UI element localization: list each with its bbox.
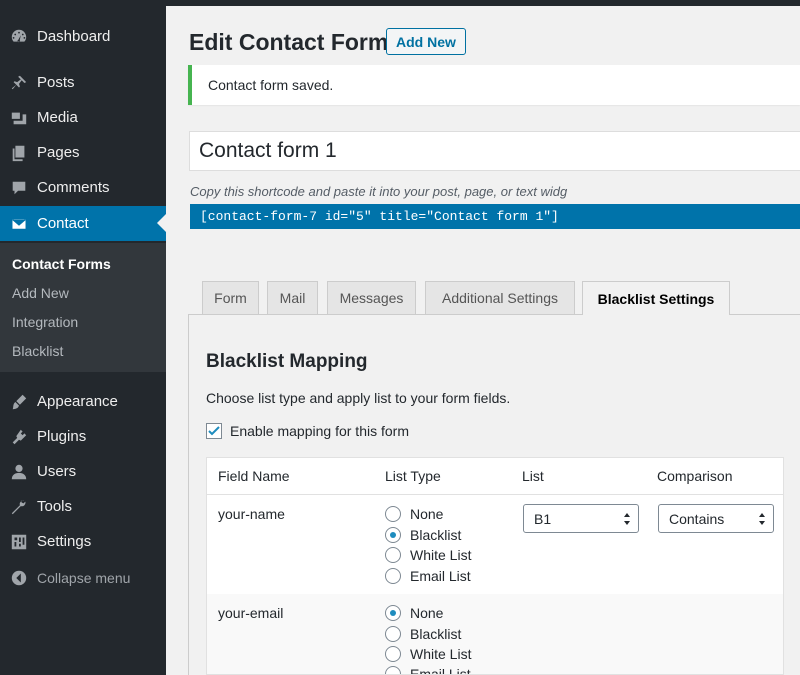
select-arrows-icon	[624, 513, 630, 525]
submenu-item-integration[interactable]: Integration	[12, 314, 78, 330]
enable-mapping-checkbox[interactable]	[206, 423, 222, 439]
radio-button-selected[interactable]	[385, 527, 401, 543]
sidebar-item-label: Comments	[37, 179, 110, 196]
column-header-field-name: Field Name	[218, 468, 290, 484]
radio-label: Email List	[410, 666, 471, 675]
tab-additional-settings[interactable]: Additional Settings	[425, 281, 575, 314]
comparison-select-value: Contains	[669, 510, 725, 527]
sidebar-item-pages[interactable]: Pages	[0, 135, 166, 170]
page-title: Edit Contact Form	[189, 29, 389, 55]
sidebar-item-media[interactable]: Media	[0, 100, 166, 135]
field-name-your-name: your-name	[218, 506, 285, 522]
sidebar-item-contact[interactable]: Contact	[0, 206, 166, 241]
submenu-item-add-new[interactable]: Add New	[12, 285, 69, 301]
list-select-value: B1	[534, 510, 552, 527]
list-select[interactable]: B1	[523, 504, 639, 533]
shortcode-description: Copy this shortcode and paste it into yo…	[190, 184, 568, 199]
user-icon	[9, 462, 29, 482]
tab-blacklist-settings[interactable]: Blacklist Settings	[582, 281, 730, 315]
radio-button[interactable]	[385, 666, 401, 674]
admin-sidebar: Dashboard Posts Media Pages Comments Con…	[0, 0, 166, 675]
submenu-item-blacklist[interactable]: Blacklist	[12, 343, 63, 359]
contact-submenu: Contact Forms Add New Integration Blackl…	[0, 243, 166, 372]
sidebar-item-settings[interactable]: Settings	[0, 524, 166, 559]
radio-label: White List	[410, 646, 472, 662]
form-title-input[interactable]	[189, 131, 800, 171]
notice-text: Contact form saved.	[208, 77, 334, 93]
collapse-label: Collapse menu	[37, 569, 131, 586]
paintbrush-icon	[9, 392, 29, 412]
radio-label: Blacklist	[410, 626, 462, 642]
comment-icon	[9, 178, 29, 198]
sidebar-item-label: Settings	[37, 533, 92, 550]
envelope-icon	[9, 214, 29, 234]
radio-label: Blacklist	[410, 527, 462, 543]
sidebar-item-label: Contact	[37, 215, 89, 232]
radio-label: White List	[410, 547, 472, 563]
sidebar-item-label: Pages	[37, 144, 80, 161]
sidebar-item-label: Tools	[37, 498, 73, 515]
tab-form[interactable]: Form	[202, 281, 259, 314]
radio-white-list[interactable]: White List	[385, 547, 471, 563]
section-description: Choose list type and apply list to your …	[206, 390, 511, 406]
radio-white-list[interactable]: White List	[385, 646, 471, 662]
checkmark-icon	[208, 426, 220, 436]
wrench-icon	[9, 497, 29, 517]
tab-mail[interactable]: Mail	[267, 281, 318, 314]
sidebar-item-users[interactable]: Users	[0, 454, 166, 489]
sidebar-item-appearance[interactable]: Appearance	[0, 384, 166, 419]
sidebar-item-label: Posts	[37, 74, 75, 91]
enable-mapping-row[interactable]: Enable mapping for this form	[206, 423, 409, 439]
radio-button[interactable]	[385, 626, 401, 642]
section-title: Blacklist Mapping	[206, 351, 368, 372]
column-header-list-type: List Type	[385, 468, 441, 484]
header-divider	[207, 494, 783, 495]
pages-icon	[9, 143, 29, 163]
radio-email-list[interactable]: Email List	[385, 666, 471, 675]
radio-button[interactable]	[385, 506, 401, 522]
tab-messages[interactable]: Messages	[327, 281, 416, 314]
sidebar-item-comments[interactable]: Comments	[0, 170, 166, 205]
success-notice: Contact form saved.	[188, 65, 800, 105]
radio-blacklist[interactable]: Blacklist	[385, 626, 461, 642]
sidebar-item-plugins[interactable]: Plugins	[0, 419, 166, 454]
table-row	[207, 594, 783, 674]
radio-none[interactable]: None	[385, 506, 443, 522]
shortcode-field[interactable]: [contact-form-7 id="5" title="Contact fo…	[190, 204, 800, 229]
radio-button[interactable]	[385, 646, 401, 662]
sidebar-item-tools[interactable]: Tools	[0, 489, 166, 524]
radio-email-list[interactable]: Email List	[385, 568, 471, 584]
enable-mapping-label: Enable mapping for this form	[230, 423, 409, 439]
settings-icon	[9, 532, 29, 552]
sidebar-item-dashboard[interactable]: Dashboard	[0, 19, 166, 54]
sidebar-item-label: Users	[37, 463, 77, 480]
add-new-button[interactable]: Add New	[386, 28, 466, 55]
radio-button[interactable]	[385, 568, 401, 584]
radio-blacklist[interactable]: Blacklist	[385, 527, 461, 543]
sidebar-item-label: Appearance	[37, 393, 118, 410]
sidebar-item-posts[interactable]: Posts	[0, 65, 166, 100]
radio-button-selected[interactable]	[385, 605, 401, 621]
sidebar-item-label: Media	[37, 109, 78, 126]
column-header-list: List	[522, 468, 544, 484]
comparison-select[interactable]: Contains	[658, 504, 774, 533]
radio-label: Email List	[410, 568, 471, 584]
radio-label: None	[410, 605, 444, 621]
radio-none[interactable]: None	[385, 605, 443, 621]
column-header-comparison: Comparison	[657, 468, 733, 484]
sidebar-item-label: Plugins	[37, 428, 87, 445]
sidebar-item-label: Dashboard	[37, 28, 111, 45]
radio-label: None	[410, 506, 444, 522]
plugin-icon	[9, 427, 29, 447]
submenu-item-contact-forms[interactable]: Contact Forms	[12, 256, 111, 272]
media-icon	[9, 108, 29, 128]
field-name-your-email: your-email	[218, 605, 284, 621]
radio-button[interactable]	[385, 547, 401, 563]
pin-icon	[9, 73, 29, 93]
collapse-arrow-icon	[9, 568, 29, 588]
select-arrows-icon	[759, 513, 765, 525]
collapse-menu-button[interactable]: Collapse menu	[0, 560, 166, 595]
mapping-table: Field Name List Type List Comparison you…	[206, 457, 784, 675]
dashboard-icon	[9, 27, 29, 47]
